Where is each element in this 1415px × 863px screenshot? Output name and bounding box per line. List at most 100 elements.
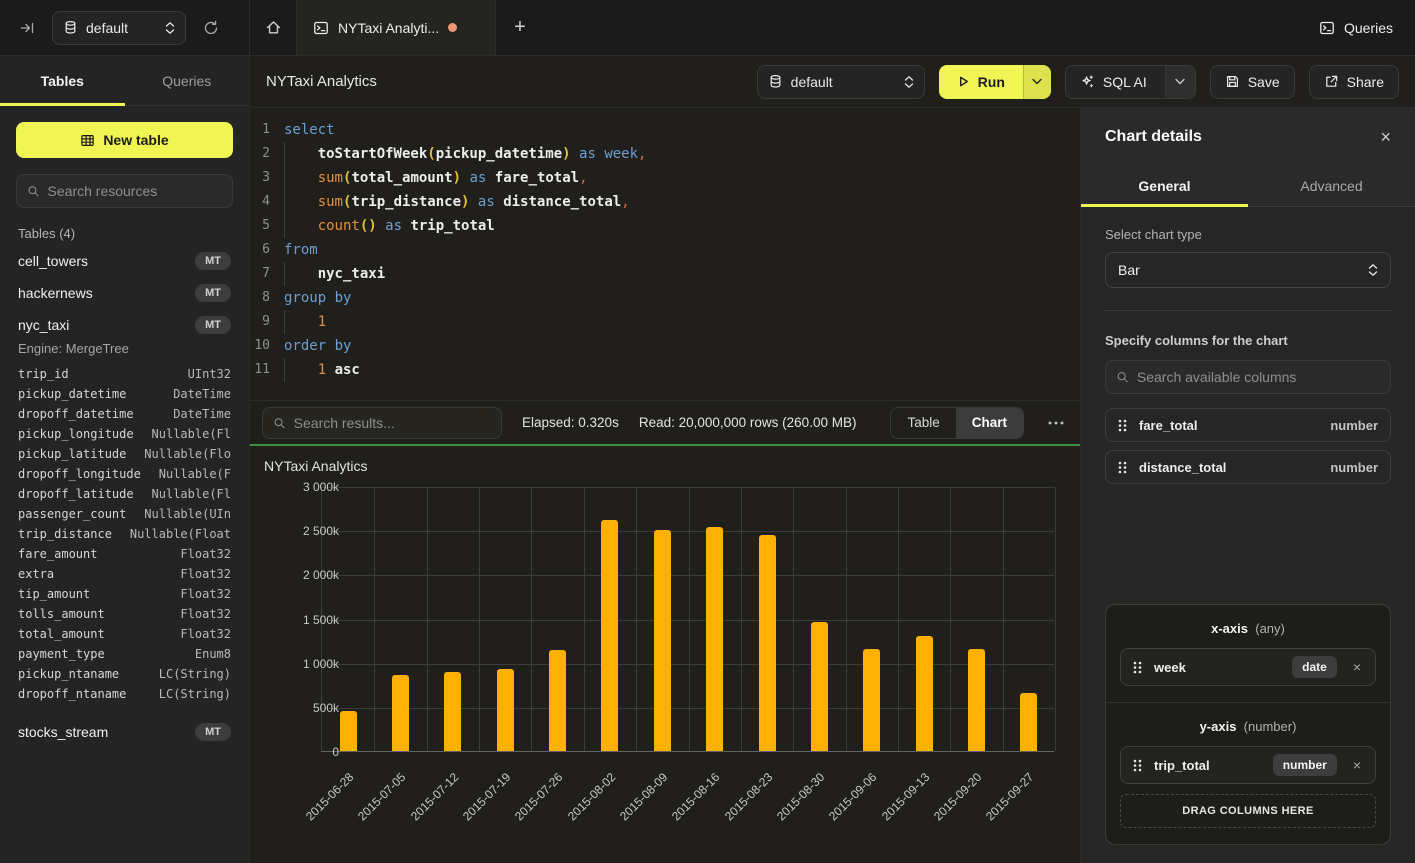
chart-type-select[interactable]: Bar	[1105, 252, 1391, 288]
column-type: Float32	[180, 604, 231, 624]
column-type: Float32	[180, 564, 231, 584]
run-options-button[interactable]	[1023, 65, 1051, 99]
x-axis-tick-label: 2015-09-20	[931, 770, 984, 823]
sidebar-tab-queries[interactable]: Queries	[125, 56, 250, 105]
new-table-button[interactable]: New table	[16, 122, 233, 158]
tab-advanced[interactable]: Advanced	[1248, 166, 1415, 206]
sidebar-content: New table Tables (4) cell_towersMThacker…	[0, 106, 249, 863]
database-selector-top[interactable]: default	[52, 11, 186, 45]
database-selector-query[interactable]: default	[757, 65, 925, 99]
toggle-chart[interactable]: Chart	[956, 408, 1023, 438]
view-toggle: Table Chart	[890, 407, 1024, 439]
column-name: payment_type	[18, 644, 105, 664]
x-axis-field-week[interactable]: week date ×	[1120, 648, 1376, 686]
column-name: pickup_datetime	[18, 384, 126, 404]
refresh-button[interactable]	[196, 13, 226, 43]
remove-x-axis-field-button[interactable]: ×	[1349, 659, 1365, 675]
resource-search[interactable]	[16, 174, 233, 208]
new-tab-button[interactable]: +	[496, 0, 544, 55]
column-search-input[interactable]	[1137, 369, 1380, 385]
save-button[interactable]: Save	[1210, 65, 1295, 99]
table-icon	[80, 133, 95, 148]
code-text: nyc_taxi	[284, 262, 385, 286]
column-name: trip_distance	[18, 524, 112, 544]
bar-2015-08-23	[759, 535, 776, 751]
y-axis-field-trip-total[interactable]: trip_total number ×	[1120, 746, 1376, 784]
sql-ai-label: SQL AI	[1103, 74, 1147, 90]
column-name: total_amount	[18, 624, 105, 644]
drag-handle-icon[interactable]	[1133, 661, 1142, 674]
search-icon	[27, 184, 40, 198]
y-axis-type-badge: number	[1273, 754, 1337, 776]
chart-details-panel: Chart details × General Advanced Select …	[1080, 108, 1415, 863]
results-search[interactable]	[262, 407, 502, 439]
more-options-button[interactable]	[1044, 421, 1068, 425]
bar-chart: 0500k1 000k1 500k2 000k2 500k3 000k2015-…	[264, 487, 1080, 847]
tab-nytaxi-analytics[interactable]: NYTaxi Analyti...	[296, 0, 496, 55]
drag-handle-icon[interactable]	[1133, 759, 1142, 772]
table-name: cell_towers	[18, 253, 88, 269]
code-text: 1 asc	[284, 358, 360, 382]
run-button[interactable]: Run	[939, 65, 1023, 99]
available-column-distance_total[interactable]: distance_totalnumber	[1105, 450, 1391, 484]
read-stat: Read: 20,000,000 rows (260.00 MB)	[639, 415, 857, 430]
gridline	[531, 487, 532, 751]
column-type: number	[1330, 460, 1378, 475]
column-row: tolls_amount Float32	[16, 604, 233, 624]
sql-ai-button[interactable]: SQL AI	[1065, 65, 1196, 99]
select-chevrons-icon	[904, 75, 914, 89]
queries-button[interactable]: Queries	[1319, 20, 1393, 36]
tables-list: cell_towersMThackernewsMTnyc_taxiMTEngin…	[16, 245, 233, 748]
y-axis-tick-label: 1 500k	[303, 613, 339, 627]
run-button-group: Run	[939, 65, 1051, 99]
toggle-table[interactable]: Table	[891, 408, 955, 438]
x-axis-tick-label: 2015-08-09	[617, 770, 670, 823]
line-number: 6	[250, 238, 284, 262]
panel-content: Select chart type Bar Specify columns fo…	[1081, 207, 1415, 863]
line-number: 7	[250, 262, 284, 286]
engine-badge: MT	[195, 252, 231, 270]
table-row[interactable]: cell_towers MT	[16, 245, 233, 277]
collapse-sidebar-button[interactable]	[12, 13, 42, 43]
share-button[interactable]: Share	[1309, 65, 1399, 99]
unsaved-indicator-dot	[448, 23, 457, 32]
x-axis-tick-label: 2015-09-27	[983, 770, 1036, 823]
sql-ai-options-button[interactable]	[1165, 66, 1195, 98]
drag-columns-drop-zone[interactable]: DRAG COLUMNS HERE	[1120, 794, 1376, 828]
table-row[interactable]: stocks_streamMT	[16, 716, 233, 748]
tab-general[interactable]: General	[1081, 166, 1248, 206]
home-button[interactable]	[250, 0, 296, 55]
gridline	[793, 487, 794, 751]
drag-handle-icon[interactable]	[1118, 461, 1127, 474]
gridline	[689, 487, 690, 751]
code-line: 7 nyc_taxi	[250, 262, 1080, 286]
table-name: nyc_taxi	[18, 317, 69, 333]
drag-handle-icon[interactable]	[1118, 419, 1127, 432]
column-name: tolls_amount	[18, 604, 105, 624]
panel-title: Chart details	[1105, 128, 1202, 146]
column-row: dropoff_datetimeDateTime	[16, 404, 233, 424]
results-search-input[interactable]	[294, 415, 491, 431]
sql-editor[interactable]: 1select2 toStartOfWeek(pickup_datetime) …	[250, 108, 1080, 400]
x-axis-tick-label: 2015-07-05	[355, 770, 408, 823]
y-axis-tick-label: 2 000k	[303, 568, 339, 582]
sidebar: Tables Queries New table Tables (4) cell…	[0, 56, 250, 863]
resource-search-input[interactable]	[48, 183, 222, 199]
topbar-right: Queries	[1297, 0, 1415, 55]
table-row[interactable]: hackernewsMT	[16, 277, 233, 309]
sidebar-tab-tables[interactable]: Tables	[0, 56, 125, 105]
code-line: 1select	[250, 118, 1080, 142]
table-row[interactable]: nyc_taxi MT	[16, 309, 233, 341]
column-search[interactable]	[1105, 360, 1391, 394]
column-type: Nullable(UIn	[144, 504, 231, 524]
database-name: default	[791, 74, 896, 90]
available-column-fare_total[interactable]: fare_totalnumber	[1105, 408, 1391, 442]
remove-y-axis-field-button[interactable]: ×	[1349, 757, 1365, 773]
engine-badge: MT	[195, 316, 231, 334]
table-name: stocks_stream	[18, 724, 108, 740]
gridline	[479, 487, 480, 751]
column-name: fare_total	[1139, 418, 1318, 433]
code-line: 6from	[250, 238, 1080, 262]
code-text: count() as trip_total	[284, 214, 495, 238]
close-panel-button[interactable]: ×	[1380, 128, 1391, 146]
